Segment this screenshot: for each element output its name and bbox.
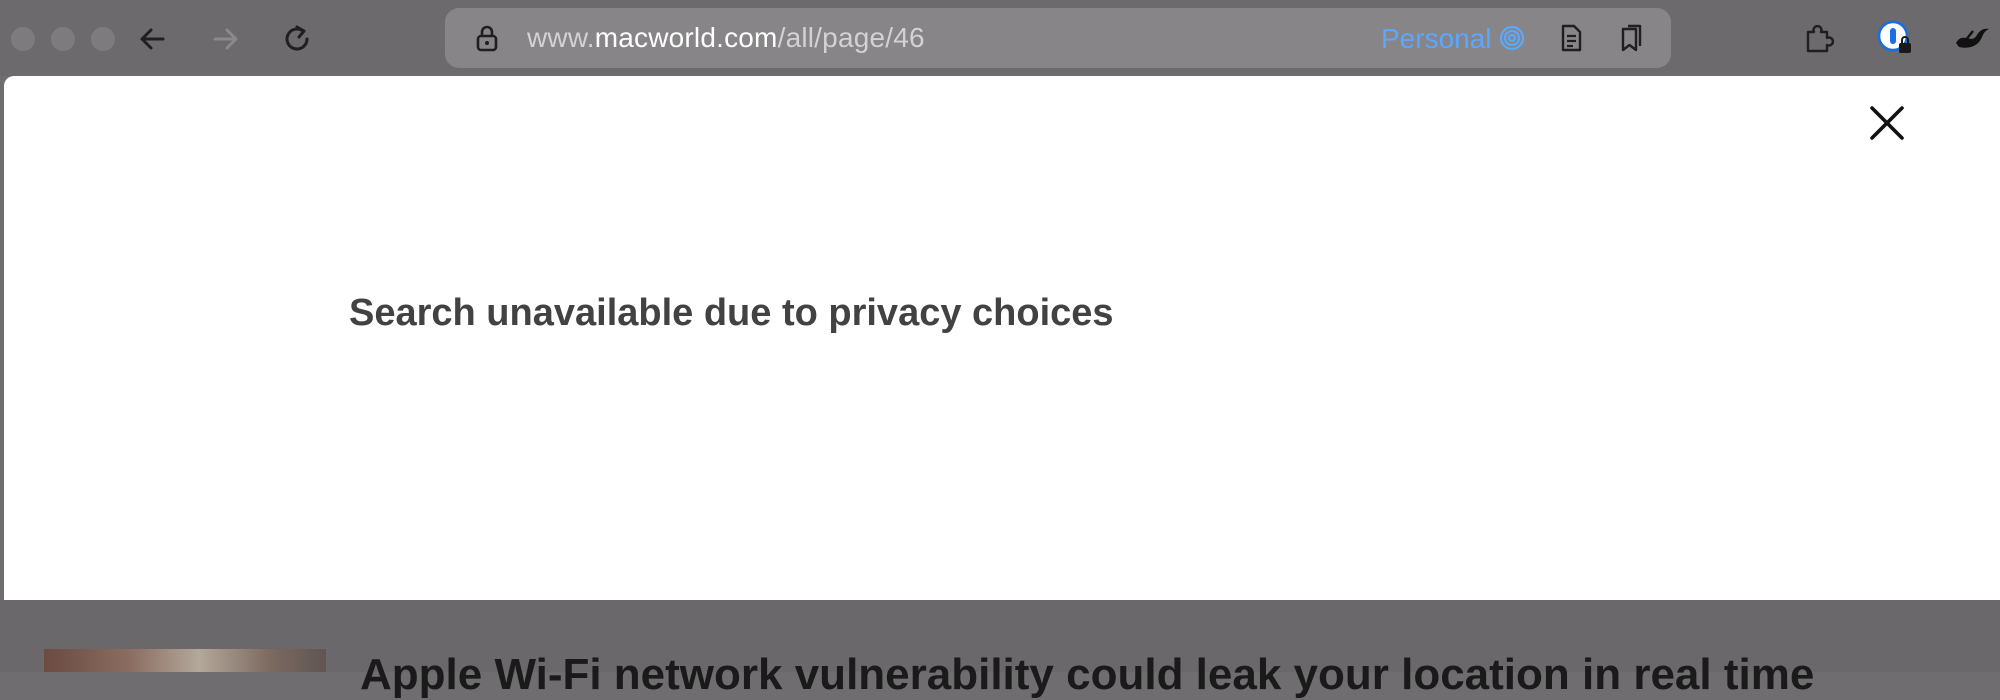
search-unavailable-message: Search unavailable due to privacy choice… (349, 292, 1114, 334)
close-button[interactable] (1862, 98, 1912, 148)
url-host: macworld.com (594, 22, 778, 53)
reload-button[interactable] (276, 18, 318, 60)
article-headline: Apple Wi-Fi network vulnerability could … (360, 650, 1815, 699)
zoom-window-button[interactable] (91, 27, 115, 51)
minimize-window-button[interactable] (51, 27, 75, 51)
reload-icon (285, 25, 309, 51)
back-button[interactable] (132, 18, 174, 60)
arrow-right-icon (213, 28, 238, 50)
profile-label[interactable]: Personal (1381, 23, 1492, 55)
profile-fingerprint-icon[interactable] (1499, 25, 1525, 51)
puzzle-icon (1806, 24, 1835, 53)
bird-extension-button[interactable] (1950, 16, 1994, 60)
bird-icon (1956, 28, 1989, 48)
search-modal (4, 76, 2000, 600)
reader-icon[interactable] (1555, 22, 1587, 54)
extensions-button[interactable] (1797, 16, 1841, 60)
forward-button[interactable] (204, 18, 246, 60)
url-text: www.macworld.com/all/page/46 (527, 23, 925, 53)
close-window-button[interactable] (11, 27, 35, 51)
article-thumbnail (44, 649, 326, 672)
close-icon (1870, 106, 1904, 140)
password-manager-button[interactable] (1873, 16, 1917, 60)
password-manager-icon (1877, 20, 1911, 53)
address-bar[interactable]: www.macworld.com/all/page/46 Personal (445, 8, 1671, 68)
url-path: /all/page/46 (777, 22, 925, 53)
browser-toolbar: www.macworld.com/all/page/46 Personal (0, 0, 2000, 76)
arrow-left-icon (140, 28, 165, 50)
url-prefix: www. (527, 22, 595, 53)
tab-overview-icon[interactable] (1615, 22, 1647, 54)
lock-icon (476, 25, 498, 52)
